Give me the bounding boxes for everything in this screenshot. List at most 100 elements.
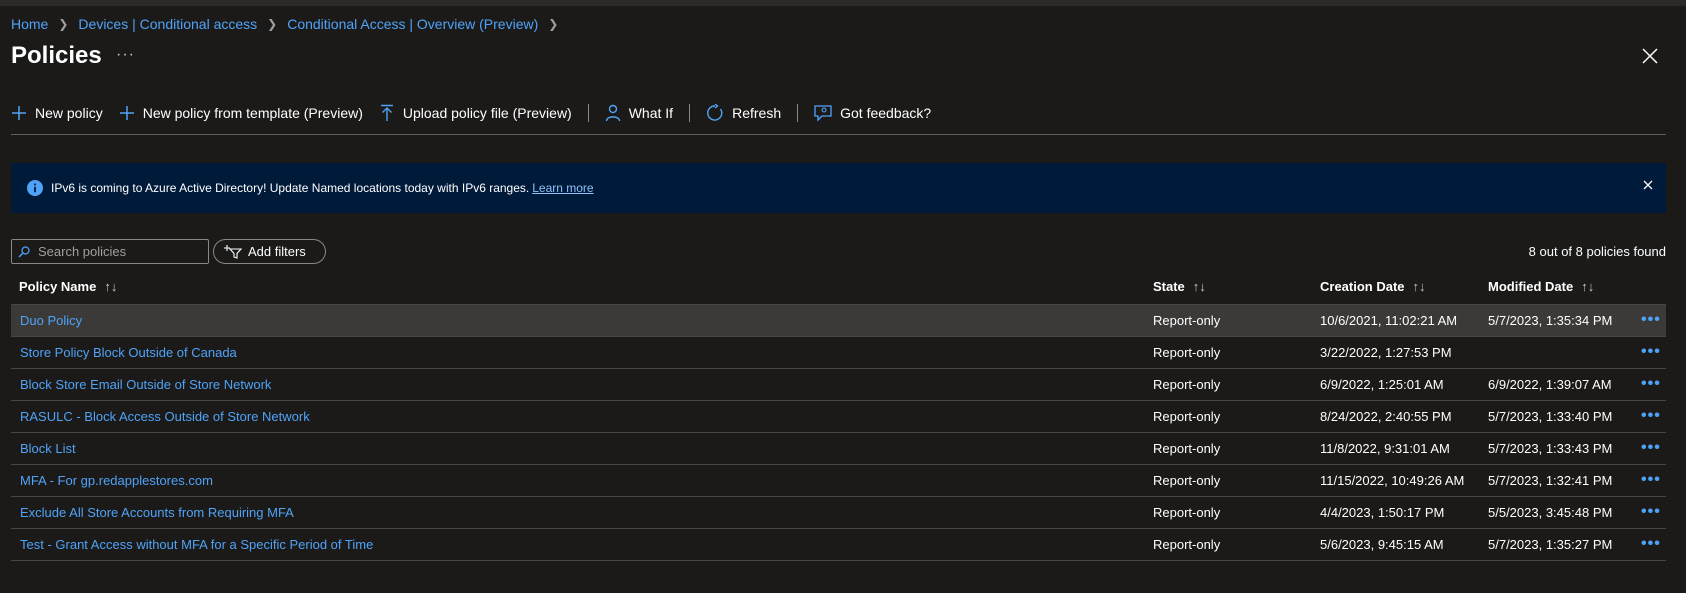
upload-policy-file-button[interactable]: Upload policy file (Preview)	[379, 104, 572, 122]
table-row[interactable]: MFA - For gp.redapplestores.com Report-o…	[11, 465, 1666, 497]
column-header-label: State	[1153, 279, 1185, 294]
column-header-state[interactable]: State ↑↓	[1153, 279, 1206, 294]
toolbar-divider-line	[11, 134, 1666, 135]
policy-creation-date: 11/15/2022, 10:49:26 AM	[1320, 473, 1465, 488]
more-options-icon[interactable]: •••	[1641, 407, 1661, 425]
learn-more-link[interactable]: Learn more	[532, 181, 593, 195]
chevron-right-icon: ❯	[58, 17, 69, 31]
policy-modified-date: 6/9/2022, 1:39:07 AM	[1488, 377, 1612, 392]
refresh-label: Refresh	[732, 105, 782, 121]
more-options-icon[interactable]: •••	[1641, 375, 1661, 393]
table-row[interactable]: Duo Policy Report-only 10/6/2021, 11:02:…	[11, 304, 1666, 337]
more-options-icon[interactable]: •••	[1641, 471, 1661, 489]
plus-icon	[119, 106, 134, 120]
feedback-label: Got feedback?	[840, 105, 932, 121]
new-policy-label: New policy	[35, 105, 103, 121]
refresh-button[interactable]: Refresh	[706, 104, 781, 122]
new-policy-from-template-label: New policy from template (Preview)	[142, 105, 363, 121]
feedback-icon	[814, 105, 832, 122]
policy-modified-date: 5/7/2023, 1:35:27 PM	[1488, 537, 1613, 552]
policy-creation-date: 3/22/2022, 1:27:53 PM	[1320, 345, 1452, 360]
table-row[interactable]: Exclude All Store Accounts from Requirin…	[11, 497, 1666, 529]
results-count: 8 out of 8 policies found	[1528, 244, 1666, 259]
policy-state: Report-only	[1153, 409, 1221, 424]
column-header-label: Creation Date	[1320, 279, 1405, 294]
toolbar: New policy New policy from template (Pre…	[11, 104, 947, 122]
more-options-icon[interactable]: •••	[1641, 503, 1661, 521]
table-row[interactable]: Block Store Email Outside of Store Netwo…	[11, 369, 1666, 401]
search-input[interactable]	[36, 243, 200, 260]
table-row[interactable]: Store Policy Block Outside of Canada Rep…	[11, 337, 1666, 369]
column-header-creation-date[interactable]: Creation Date ↑↓	[1320, 279, 1426, 294]
chevron-right-icon: ❯	[267, 17, 278, 31]
policy-creation-date: 6/9/2022, 1:25:01 AM	[1320, 377, 1444, 392]
table-row[interactable]: Block List Report-only 11/8/2022, 9:31:0…	[11, 433, 1666, 465]
toolbar-divider	[797, 104, 799, 122]
page-title: Policies	[11, 42, 102, 69]
close-icon[interactable]	[1642, 179, 1654, 191]
sort-icon: ↑↓	[104, 279, 118, 294]
toolbar-divider	[689, 104, 691, 122]
person-icon	[605, 104, 620, 122]
what-if-label: What If	[628, 105, 674, 121]
policy-state: Report-only	[1153, 473, 1221, 488]
more-options-icon[interactable]: •••	[1641, 311, 1661, 329]
column-header-label: Modified Date	[1488, 279, 1574, 294]
breadcrumb-conditional-access-overview[interactable]: Conditional Access | Overview (Preview)	[287, 16, 538, 32]
breadcrumb-home[interactable]: Home	[11, 16, 48, 32]
policies-table: Policy Name ↑↓ State ↑↓ Creation Date ↑↓…	[11, 272, 1666, 561]
policy-state: Report-only	[1153, 505, 1221, 520]
add-filters-button[interactable]: Add filters	[213, 239, 326, 264]
refresh-icon	[707, 104, 723, 121]
search-box[interactable]	[11, 239, 209, 264]
policy-modified-date: 5/7/2023, 1:33:43 PM	[1488, 441, 1613, 456]
search-icon	[18, 245, 30, 257]
policy-name-link[interactable]: Exclude All Store Accounts from Requirin…	[20, 505, 294, 520]
banner-text: IPv6 is coming to Azure Active Directory…	[51, 181, 530, 195]
new-policy-button[interactable]: New policy	[11, 105, 103, 121]
policy-name-link[interactable]: RASULC - Block Access Outside of Store N…	[20, 409, 310, 424]
policy-name-link[interactable]: Test - Grant Access without MFA for a Sp…	[20, 537, 373, 552]
table-row[interactable]: RASULC - Block Access Outside of Store N…	[11, 401, 1666, 433]
policy-state: Report-only	[1153, 313, 1221, 328]
new-policy-from-template-button[interactable]: New policy from template (Preview)	[119, 105, 363, 121]
info-icon	[27, 180, 43, 196]
filter-add-icon	[224, 244, 242, 259]
sort-icon: ↑↓	[1192, 279, 1206, 294]
column-header-policy-name[interactable]: Policy Name ↑↓	[19, 279, 117, 294]
policy-creation-date: 11/8/2022, 9:31:01 AM	[1320, 441, 1450, 456]
more-options-icon[interactable]: •••	[1641, 535, 1661, 553]
feedback-button[interactable]: Got feedback?	[814, 104, 931, 122]
policy-state: Report-only	[1153, 537, 1221, 552]
more-options-icon[interactable]: •••	[1641, 439, 1661, 457]
policy-creation-date: 4/4/2023, 1:50:17 PM	[1320, 505, 1445, 520]
policy-state: Report-only	[1153, 345, 1221, 360]
policy-modified-date: 5/7/2023, 1:35:34 PM	[1488, 313, 1613, 328]
toolbar-divider	[587, 104, 589, 122]
more-options-icon[interactable]: •••	[1641, 343, 1661, 361]
column-header-modified-date[interactable]: Modified Date ↑↓	[1488, 279, 1594, 294]
column-header-label: Policy Name	[19, 279, 97, 294]
chevron-right-icon: ❯	[548, 17, 559, 31]
upload-policy-file-label: Upload policy file (Preview)	[402, 105, 572, 121]
close-icon[interactable]	[1640, 46, 1660, 66]
more-options-icon[interactable]: ···	[116, 46, 135, 64]
upload-icon	[380, 104, 393, 121]
table-row[interactable]: Test - Grant Access without MFA for a Sp…	[11, 529, 1666, 561]
policy-name-link[interactable]: MFA - For gp.redapplestores.com	[20, 473, 213, 488]
what-if-button[interactable]: What If	[605, 104, 673, 122]
policy-creation-date: 8/24/2022, 2:40:55 PM	[1320, 409, 1452, 424]
policy-name-link[interactable]: Duo Policy	[20, 313, 82, 328]
table-header: Policy Name ↑↓ State ↑↓ Creation Date ↑↓…	[11, 272, 1666, 304]
top-bar	[0, 0, 1686, 6]
policy-name-link[interactable]: Block List	[20, 441, 76, 456]
policy-name-link[interactable]: Block Store Email Outside of Store Netwo…	[20, 377, 271, 392]
breadcrumb-devices-conditional-access[interactable]: Devices | Conditional access	[78, 16, 257, 32]
plus-icon	[12, 106, 26, 120]
policy-name-link[interactable]: Store Policy Block Outside of Canada	[20, 345, 237, 360]
policy-modified-date: 5/7/2023, 1:32:41 PM	[1488, 473, 1613, 488]
info-banner: IPv6 is coming to Azure Active Directory…	[11, 163, 1666, 213]
sort-icon: ↑↓	[1581, 279, 1595, 294]
policy-modified-date: 5/7/2023, 1:33:40 PM	[1488, 409, 1613, 424]
add-filters-label: Add filters	[248, 244, 306, 259]
